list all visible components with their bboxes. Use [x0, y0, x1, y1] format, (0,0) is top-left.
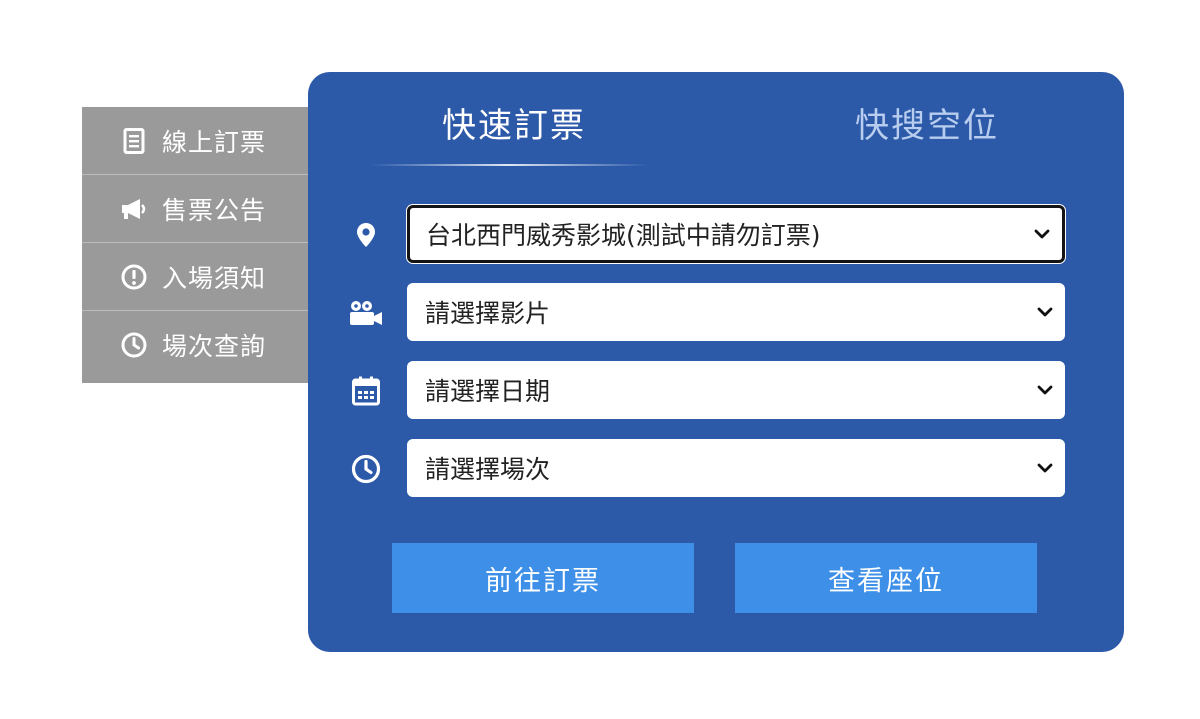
side-item-label: 售票公告 [162, 195, 267, 225]
megaphone-icon [120, 195, 148, 223]
chevron-down-icon [1037, 385, 1053, 395]
document-icon [120, 127, 148, 155]
map-pin-icon [343, 215, 389, 255]
theater-select-value: 台北西門威秀影城(測試中請勿訂票) [426, 221, 821, 250]
side-item-announcements[interactable]: 售票公告 [82, 175, 308, 243]
video-camera-icon [343, 293, 389, 333]
chevron-down-icon [1037, 307, 1053, 317]
clock-icon [343, 449, 389, 489]
tab-seat-search[interactable]: 快搜空位 [855, 98, 999, 147]
date-select-value: 請選擇日期 [425, 377, 551, 406]
side-item-label: 線上訂票 [162, 127, 267, 157]
date-select[interactable]: 請選擇日期 [407, 361, 1065, 419]
go-booking-button[interactable]: 前往訂票 [392, 543, 694, 613]
exclamation-circle-icon [120, 263, 148, 291]
movie-select[interactable]: 請選擇影片 [407, 283, 1065, 341]
tab-quick-booking[interactable]: 快速訂票 [442, 98, 586, 147]
showtime-select[interactable]: 請選擇場次 [407, 439, 1065, 497]
side-item-admission-notes[interactable]: 入場須知 [82, 243, 308, 311]
clock-icon [120, 331, 148, 359]
chevron-down-icon [1034, 229, 1050, 239]
side-item-showtime-search[interactable]: 場次查詢 [82, 311, 308, 379]
theater-select[interactable]: 台北西門威秀影城(測試中請勿訂票) [407, 205, 1065, 263]
movie-select-value: 請選擇影片 [425, 299, 551, 328]
side-item-label: 場次查詢 [162, 332, 267, 361]
active-tab-indicator [370, 164, 648, 166]
side-item-online-booking[interactable]: 線上訂票 [82, 107, 308, 175]
side-item-label: 入場須知 [162, 263, 267, 293]
calendar-icon [343, 371, 389, 411]
view-seats-button[interactable]: 查看座位 [735, 543, 1037, 613]
showtime-select-value: 請選擇場次 [425, 455, 551, 484]
chevron-down-icon [1037, 463, 1053, 473]
side-menu: 線上訂票 售票公告 入場須知 場次查詢 [78, 107, 308, 383]
